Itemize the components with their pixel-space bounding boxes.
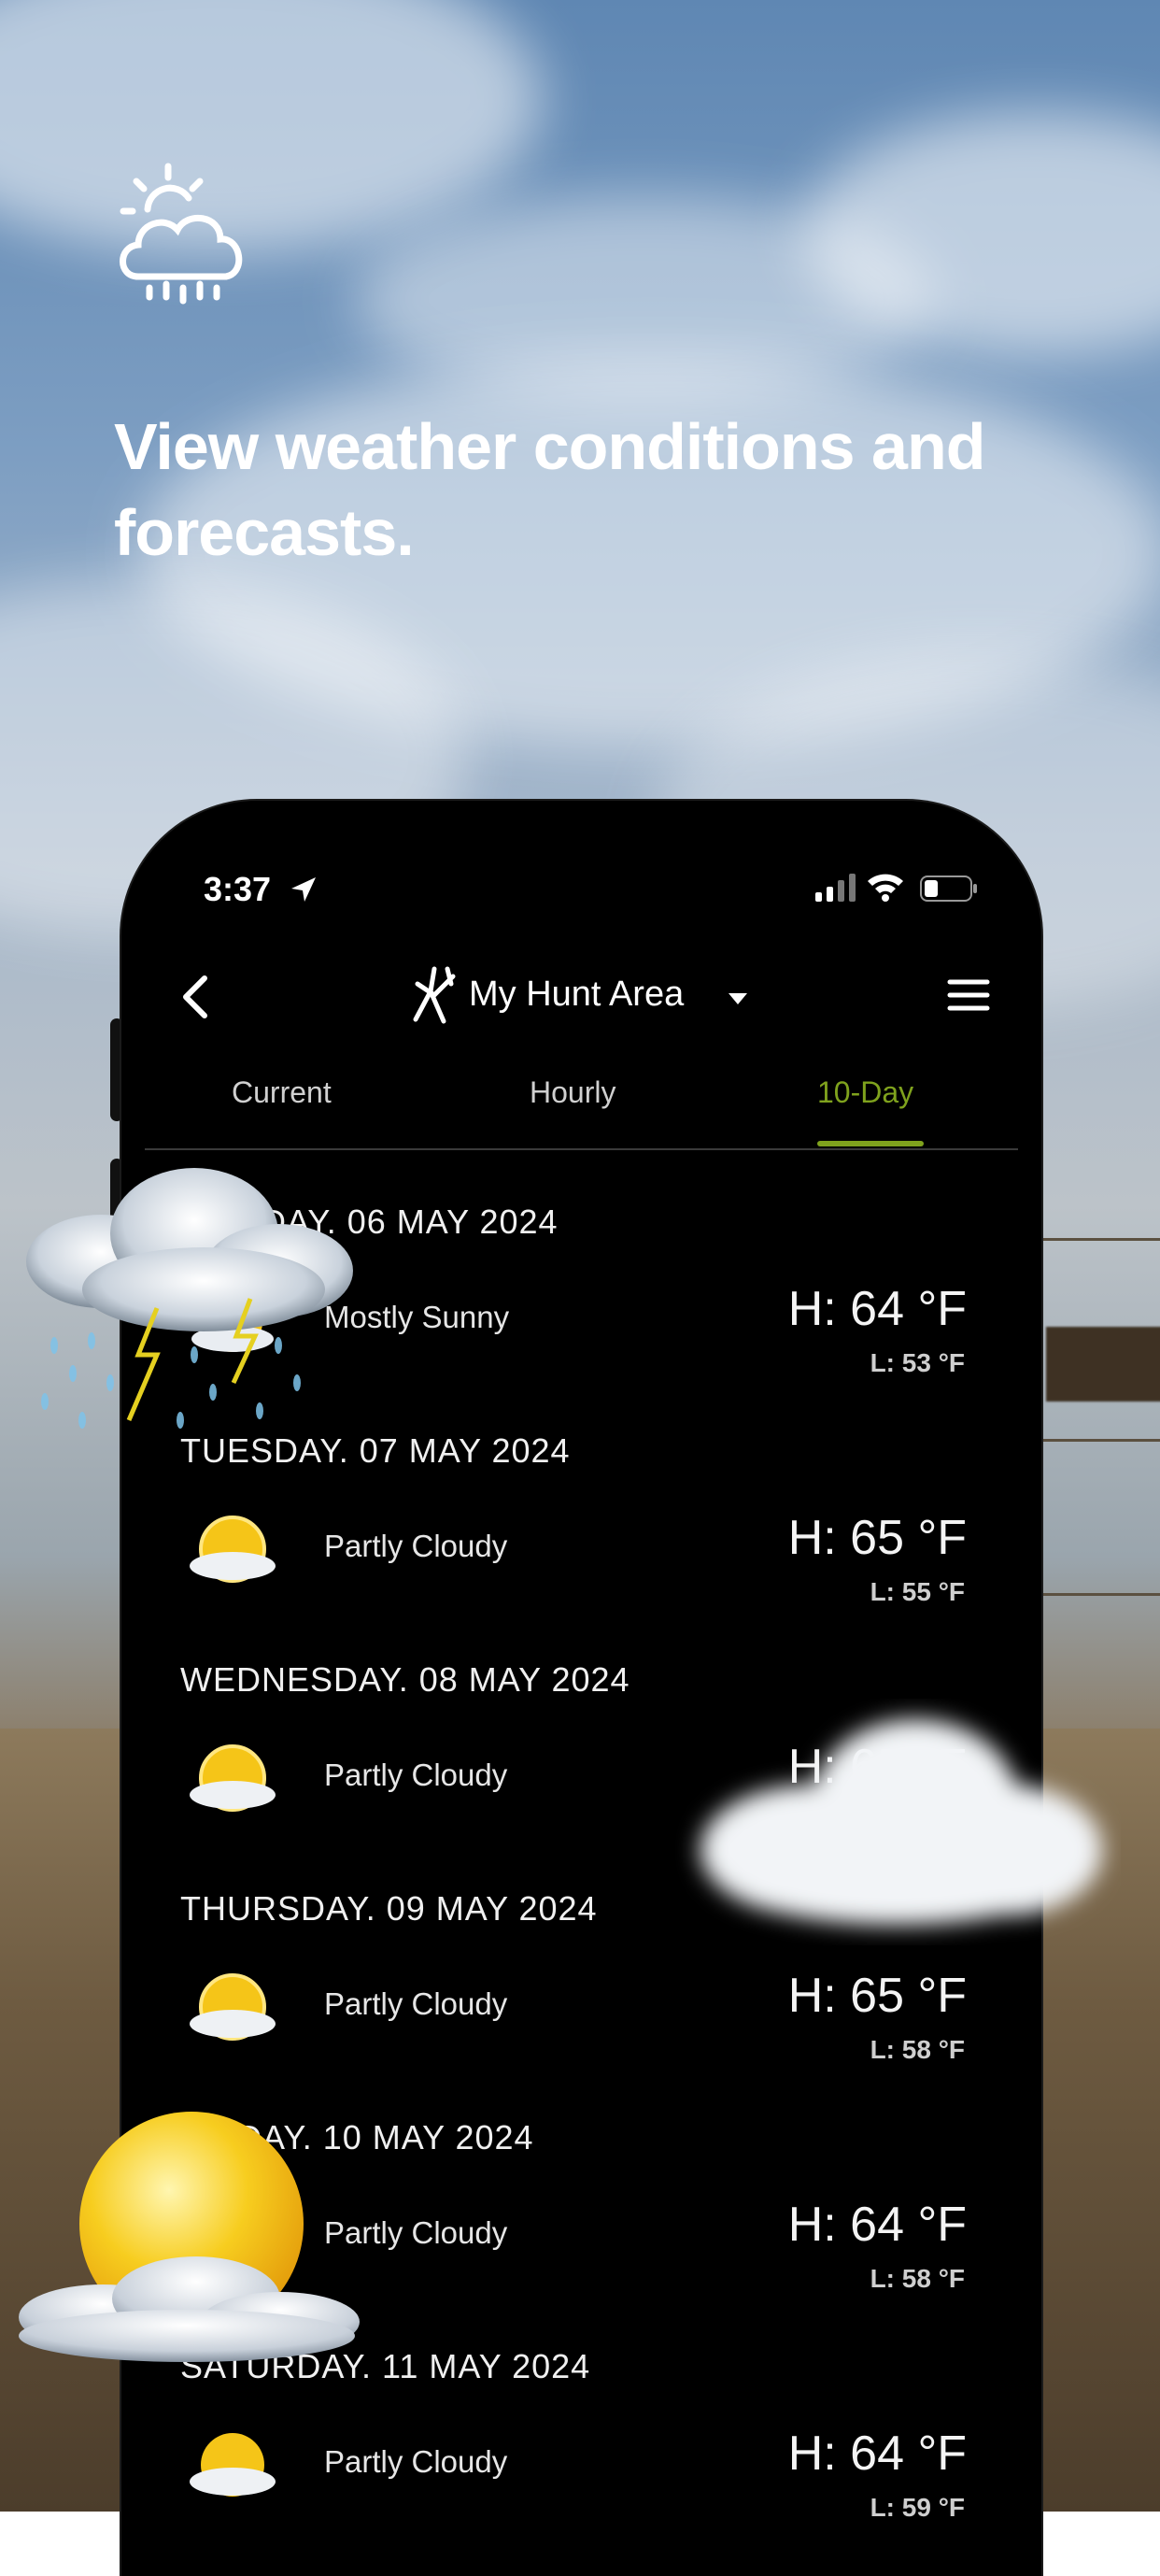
forecast-low: L: 55 °F bbox=[870, 1577, 965, 1606]
forecast-low: L: 53 °F bbox=[870, 1348, 965, 1377]
location-arrow-icon bbox=[291, 877, 316, 902]
forecast-high: H: 65 °F bbox=[787, 1969, 967, 2023]
active-tab-indicator bbox=[817, 1141, 924, 1146]
status-bar: 3:37 bbox=[121, 857, 1041, 922]
partly-cloudy-icon bbox=[190, 2433, 276, 2497]
partly-cloudy-icon bbox=[190, 1516, 276, 1583]
sun-behind-cloud-icon bbox=[19, 2112, 360, 2362]
tab-current[interactable]: Current bbox=[232, 1075, 332, 1110]
forecast-high: H: 65 °F bbox=[787, 1511, 967, 1565]
cloud-rain-sun-icon bbox=[120, 163, 243, 305]
caret-down-icon[interactable] bbox=[727, 991, 749, 1006]
forecast-low: L: 59 °F bbox=[870, 2493, 965, 2522]
promo-headline: View weather conditions and forecasts. bbox=[114, 410, 985, 569]
nav-bar: My Hunt Area bbox=[121, 950, 1041, 1044]
forecast-condition: Partly Cloudy bbox=[324, 1758, 508, 1792]
forecast-low: L: 58 °F bbox=[870, 2035, 965, 2064]
partly-cloudy-icon bbox=[190, 1973, 276, 2041]
forecast-date: THURSDAY. 09 MAY 2024 bbox=[180, 1889, 598, 1928]
forecast-condition: Partly Cloudy bbox=[324, 1529, 508, 1563]
cellular-signal-icon bbox=[815, 874, 856, 902]
status-time: 3:37 bbox=[204, 870, 272, 908]
partly-cloudy-icon bbox=[190, 1744, 276, 1812]
forecast-condition: Partly Cloudy bbox=[324, 2444, 508, 2479]
chevron-left-icon[interactable] bbox=[173, 969, 219, 1025]
forecast-condition: Partly Cloudy bbox=[324, 1986, 508, 2021]
hamburger-menu-icon[interactable] bbox=[947, 978, 990, 1012]
wifi-icon bbox=[868, 874, 903, 902]
forecast-day-row[interactable]: TUESDAY. 07 MAY 2024 Partly Cloudy H: 65… bbox=[121, 1431, 1041, 1660]
white-cloud-icon bbox=[700, 1719, 1102, 1925]
forecast-high: H: 64 °F bbox=[787, 2198, 967, 2252]
battery-icon bbox=[920, 875, 977, 902]
forecast-tabs: Current Hourly 10-Day bbox=[145, 1072, 1018, 1150]
forecast-low: L: 58 °F bbox=[870, 2264, 965, 2293]
thunderstorm-cloud-icon bbox=[26, 1168, 353, 1429]
location-title[interactable]: My Hunt Area bbox=[469, 975, 684, 1015]
tab-hourly[interactable]: Hourly bbox=[530, 1075, 615, 1110]
tab-10-day[interactable]: 10-Day bbox=[817, 1075, 913, 1110]
hunter-logo-icon bbox=[413, 966, 456, 1024]
forecast-high: H: 64 °F bbox=[787, 1282, 967, 1336]
forecast-date: WEDNESDAY. 08 MAY 2024 bbox=[180, 1660, 630, 1699]
forecast-high: H: 64 °F bbox=[787, 2427, 967, 2481]
